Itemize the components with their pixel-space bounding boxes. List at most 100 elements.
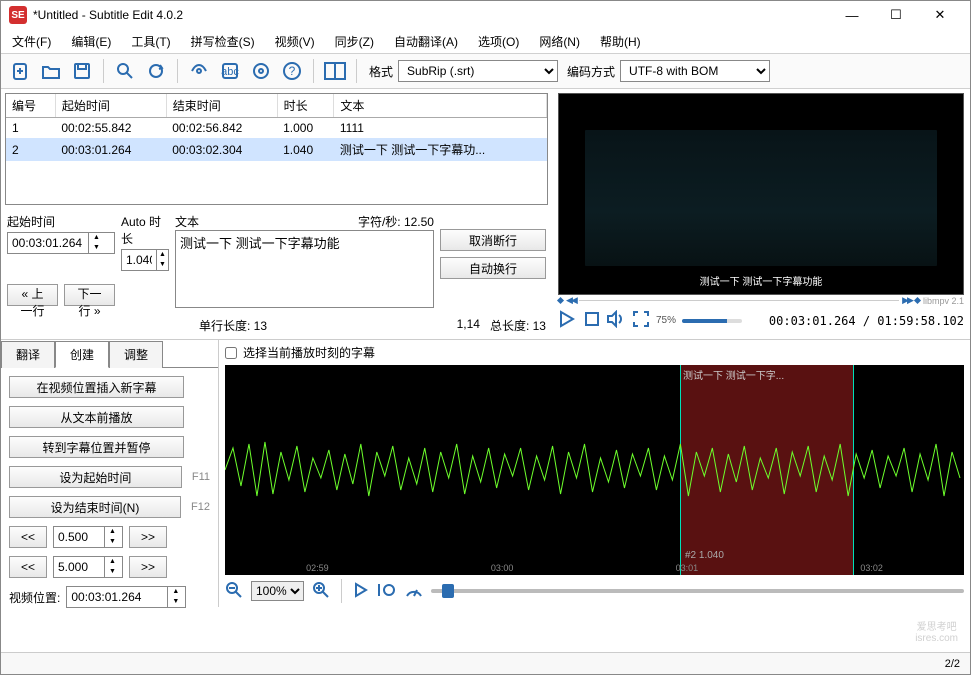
open-file-icon[interactable] bbox=[38, 58, 64, 84]
menu-tools[interactable]: 工具(T) bbox=[128, 31, 173, 52]
step-back-large-button[interactable]: << bbox=[9, 556, 47, 578]
statusbar: 2/2 bbox=[1, 652, 970, 674]
unbreak-button[interactable]: 取消断行 bbox=[440, 229, 546, 251]
wave-play-icon[interactable] bbox=[353, 582, 369, 601]
zoom-select[interactable]: 100% bbox=[251, 581, 304, 601]
lib-version: libmpv 2.1 bbox=[923, 296, 964, 306]
start-time-input[interactable]: ▲▼ bbox=[7, 232, 115, 254]
window-title: *Untitled - Subtitle Edit 4.0.2 bbox=[33, 8, 830, 22]
watermark: 爱思考吧isres.com bbox=[915, 618, 958, 644]
minimize-button[interactable]: — bbox=[830, 1, 874, 29]
encoding-label: 编码方式 bbox=[567, 63, 615, 80]
col-dur[interactable]: 时长 bbox=[277, 94, 334, 118]
subtitle-grid[interactable]: 编号 起始时间 结束时间 时长 文本 100:02:55.84200:02:56… bbox=[5, 93, 548, 205]
menu-autotranslate[interactable]: 自动翻译(A) bbox=[391, 31, 461, 52]
format-select[interactable]: SubRip (.srt) bbox=[398, 60, 558, 82]
tab-adjust[interactable]: 调整 bbox=[109, 341, 163, 368]
layout-icon[interactable] bbox=[322, 58, 348, 84]
wave-goto-icon[interactable] bbox=[377, 582, 397, 601]
table-row[interactable]: 200:03:01.26400:03:02.3041.040测试一下 测试一下字… bbox=[6, 138, 547, 161]
menu-file[interactable]: 文件(F) bbox=[9, 31, 54, 52]
svg-text:abc: abc bbox=[221, 66, 239, 78]
menu-spellcheck[interactable]: 拼写检查(S) bbox=[188, 31, 258, 52]
prev-line-button[interactable]: « 上一行 bbox=[7, 284, 58, 306]
menu-sync[interactable]: 同步(Z) bbox=[332, 31, 377, 52]
menubar: 文件(F) 编辑(E) 工具(T) 拼写检查(S) 视频(V) 同步(Z) 自动… bbox=[1, 29, 970, 53]
wave-position-slider[interactable] bbox=[431, 589, 964, 593]
auto-dur-label: Auto 时长 bbox=[121, 213, 169, 247]
single-mid: 1,14 bbox=[457, 317, 480, 334]
volume-icon[interactable] bbox=[606, 310, 626, 331]
set-end-button[interactable]: 设为结束时间(N) bbox=[9, 496, 181, 518]
waveform[interactable]: 测试一下 测试一下字... #2 1.040 02:5903:0003:0103… bbox=[225, 365, 964, 575]
play-before-text-button[interactable]: 从文本前播放 bbox=[9, 406, 184, 428]
video-subtitle-overlay: 测试一下 测试一下字幕功能 bbox=[559, 273, 963, 288]
titlebar: SE *Untitled - Subtitle Edit 4.0.2 — ☐ ✕ bbox=[1, 1, 970, 29]
total-length: 总长度: 13 bbox=[490, 317, 546, 334]
visual-sync-icon[interactable] bbox=[186, 58, 212, 84]
next-line-button[interactable]: 下一行 » bbox=[64, 284, 115, 306]
video-pos-input[interactable]: ▲▼ bbox=[66, 586, 186, 608]
step-fwd-large-button[interactable]: >> bbox=[129, 556, 167, 578]
video-timecode: 00:03:01.264 / 01:59:58.102 bbox=[769, 314, 964, 328]
step-fwd-small-button[interactable]: >> bbox=[129, 526, 167, 548]
spellcheck-icon[interactable]: abc bbox=[217, 58, 243, 84]
step-back-small-button[interactable]: << bbox=[9, 526, 47, 548]
zoom-in-icon[interactable] bbox=[312, 581, 330, 602]
app-icon: SE bbox=[9, 6, 27, 24]
stop-icon[interactable] bbox=[584, 310, 600, 331]
table-row[interactable]: 100:02:55.84200:02:56.8421.0001111 bbox=[6, 118, 547, 139]
col-num[interactable]: 编号 bbox=[6, 94, 55, 118]
wave-marker-label: #2 1.040 bbox=[685, 550, 724, 561]
settings-icon[interactable] bbox=[248, 58, 274, 84]
autobreak-button[interactable]: 自动换行 bbox=[440, 257, 546, 279]
goto-pause-button[interactable]: 转到字幕位置并暂停 bbox=[9, 436, 184, 458]
subtitle-text-input[interactable]: 测试一下 测试一下字幕功能 bbox=[175, 230, 434, 308]
play-icon[interactable] bbox=[558, 310, 578, 331]
volume-percent: 75% bbox=[656, 315, 676, 326]
video-pos-label: 视频位置: bbox=[9, 589, 60, 606]
set-start-button[interactable]: 设为起始时间 bbox=[9, 466, 182, 488]
menu-options[interactable]: 选项(O) bbox=[475, 31, 522, 52]
bottom-tabs: 翻译 创建 调整 bbox=[1, 340, 218, 368]
wave-selection-text: 测试一下 测试一下字... bbox=[683, 367, 784, 382]
select-current-checkbox[interactable] bbox=[225, 347, 237, 359]
tab-create[interactable]: 创建 bbox=[55, 341, 109, 368]
close-button[interactable]: ✕ bbox=[918, 1, 962, 29]
toolbar: abc ? 格式 SubRip (.srt) 编码方式 UTF-8 with B… bbox=[1, 53, 970, 89]
seek-end-icon[interactable] bbox=[914, 297, 921, 304]
col-start[interactable]: 起始时间 bbox=[55, 94, 166, 118]
single-line-length: 单行长度: 13 bbox=[199, 317, 267, 334]
menu-edit[interactable]: 编辑(E) bbox=[68, 31, 114, 52]
volume-slider[interactable] bbox=[682, 319, 742, 323]
search-icon[interactable] bbox=[112, 58, 138, 84]
save-icon[interactable] bbox=[69, 58, 95, 84]
zoom-out-icon[interactable] bbox=[225, 581, 243, 602]
col-end[interactable]: 结束时间 bbox=[166, 94, 277, 118]
video-seekbar[interactable] bbox=[579, 300, 899, 301]
menu-video[interactable]: 视频(V) bbox=[272, 31, 318, 52]
format-label: 格式 bbox=[369, 63, 393, 80]
col-text[interactable]: 文本 bbox=[334, 94, 547, 118]
tab-translate[interactable]: 翻译 bbox=[1, 341, 55, 368]
f11-hint: F11 bbox=[192, 471, 210, 483]
large-step-input[interactable]: ▲▼ bbox=[53, 556, 123, 578]
menu-help[interactable]: 帮助(H) bbox=[597, 31, 644, 52]
small-step-input[interactable]: ▲▼ bbox=[53, 526, 123, 548]
encoding-select[interactable]: UTF-8 with BOM bbox=[620, 60, 770, 82]
help-icon[interactable]: ? bbox=[279, 58, 305, 84]
seek-start-icon[interactable] bbox=[557, 297, 564, 304]
video-player[interactable]: 测试一下 测试一下字幕功能 bbox=[558, 93, 964, 295]
start-time-label: 起始时间 bbox=[7, 213, 115, 230]
maximize-button[interactable]: ☐ bbox=[874, 1, 918, 29]
insert-at-video-button[interactable]: 在视频位置插入新字幕 bbox=[9, 376, 184, 398]
select-current-label: 选择当前播放时刻的字幕 bbox=[243, 344, 375, 361]
cps-label: 字符/秒: 12.50 bbox=[358, 213, 434, 230]
text-label: 文本 bbox=[175, 213, 199, 230]
fullscreen-icon[interactable] bbox=[632, 310, 650, 331]
replace-icon[interactable] bbox=[143, 58, 169, 84]
new-file-icon[interactable] bbox=[7, 58, 33, 84]
duration-input[interactable]: ▲▼ bbox=[121, 249, 169, 271]
wave-speed-icon[interactable] bbox=[405, 582, 423, 601]
menu-network[interactable]: 网络(N) bbox=[536, 31, 583, 52]
